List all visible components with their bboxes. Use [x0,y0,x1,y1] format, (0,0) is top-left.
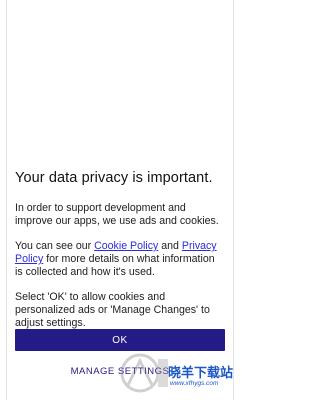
policy-text-and: and [158,240,182,252]
policy-text-suffix: for more details on what information is … [15,253,215,278]
ok-button[interactable]: OK [15,329,225,351]
watermark-logo-icon [120,353,168,393]
privacy-title: Your data privacy is important. [15,170,213,186]
watermark-url: www.xfhygs.com [170,380,219,387]
privacy-content: Your data privacy is important. In order… [15,170,225,342]
cookie-policy-link[interactable]: Cookie Policy [94,240,158,252]
watermark-text: 晓羊下载站 [168,366,234,381]
privacy-select-text: Select 'OK' to allow cookies and persona… [15,291,210,329]
privacy-intro-text: In order to support development and impr… [15,202,219,227]
policy-text-prefix: You can see our [15,240,95,252]
privacy-policy-text: You can see our Cookie Policy and Privac… [15,240,225,279]
